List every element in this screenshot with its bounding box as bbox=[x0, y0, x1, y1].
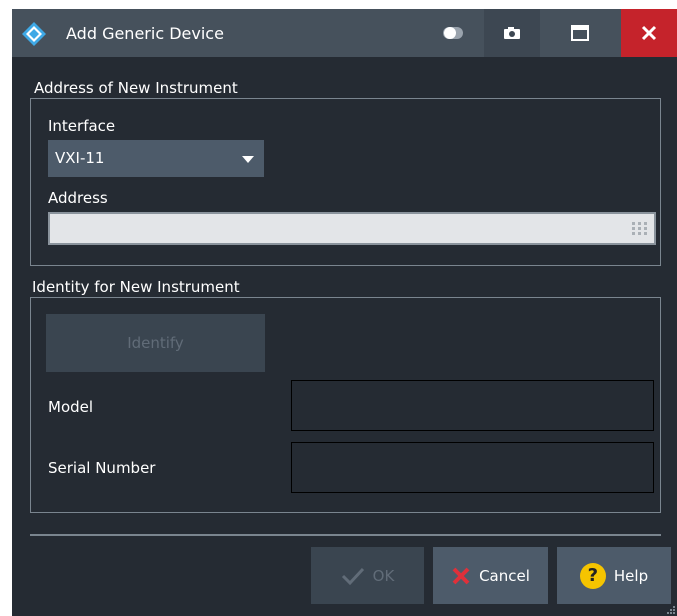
app-logo-icon bbox=[22, 22, 46, 46]
title-bar[interactable]: Add Generic Device bbox=[12, 9, 677, 57]
model-label: Model bbox=[48, 398, 94, 416]
address-group-title: Address of New Instrument bbox=[34, 79, 238, 97]
interface-value: VXI-11 bbox=[55, 149, 105, 167]
close-button[interactable] bbox=[621, 9, 677, 57]
identify-button[interactable]: Identify bbox=[46, 314, 265, 372]
serial-number-label: Serial Number bbox=[48, 459, 156, 477]
keypad-icon[interactable] bbox=[632, 222, 647, 235]
maximize-button[interactable] bbox=[552, 9, 608, 57]
resize-grip-icon[interactable] bbox=[667, 606, 675, 614]
window-title: Add Generic Device bbox=[66, 24, 224, 43]
help-label: Help bbox=[613, 566, 649, 585]
identity-group-title: Identity for New Instrument bbox=[32, 278, 240, 296]
close-icon bbox=[641, 25, 657, 41]
separator bbox=[30, 534, 661, 536]
help-icon: ? bbox=[579, 562, 606, 589]
help-button[interactable]: ? Help bbox=[557, 547, 671, 604]
cancel-button[interactable]: Cancel bbox=[433, 547, 548, 604]
interface-label: Interface bbox=[48, 117, 116, 135]
cancel-x-icon bbox=[452, 567, 470, 584]
ok-button[interactable]: OK bbox=[311, 547, 424, 604]
interface-dropdown[interactable]: VXI-11 bbox=[48, 140, 264, 177]
toggle-button[interactable] bbox=[425, 9, 481, 57]
ok-label: OK bbox=[372, 566, 395, 585]
maximize-icon bbox=[571, 25, 589, 41]
address-label: Address bbox=[48, 189, 108, 207]
add-generic-device-dialog: Add Generic Device Address of New Instru… bbox=[12, 9, 677, 616]
serial-number-field bbox=[291, 442, 654, 493]
chevron-down-icon bbox=[242, 156, 254, 163]
cancel-label: Cancel bbox=[479, 566, 530, 585]
model-field bbox=[291, 380, 654, 431]
address-input[interactable] bbox=[48, 212, 656, 245]
camera-icon bbox=[504, 27, 520, 39]
toggle-icon bbox=[443, 27, 463, 39]
checkmark-icon bbox=[341, 567, 364, 585]
screenshot-button[interactable] bbox=[484, 9, 540, 57]
